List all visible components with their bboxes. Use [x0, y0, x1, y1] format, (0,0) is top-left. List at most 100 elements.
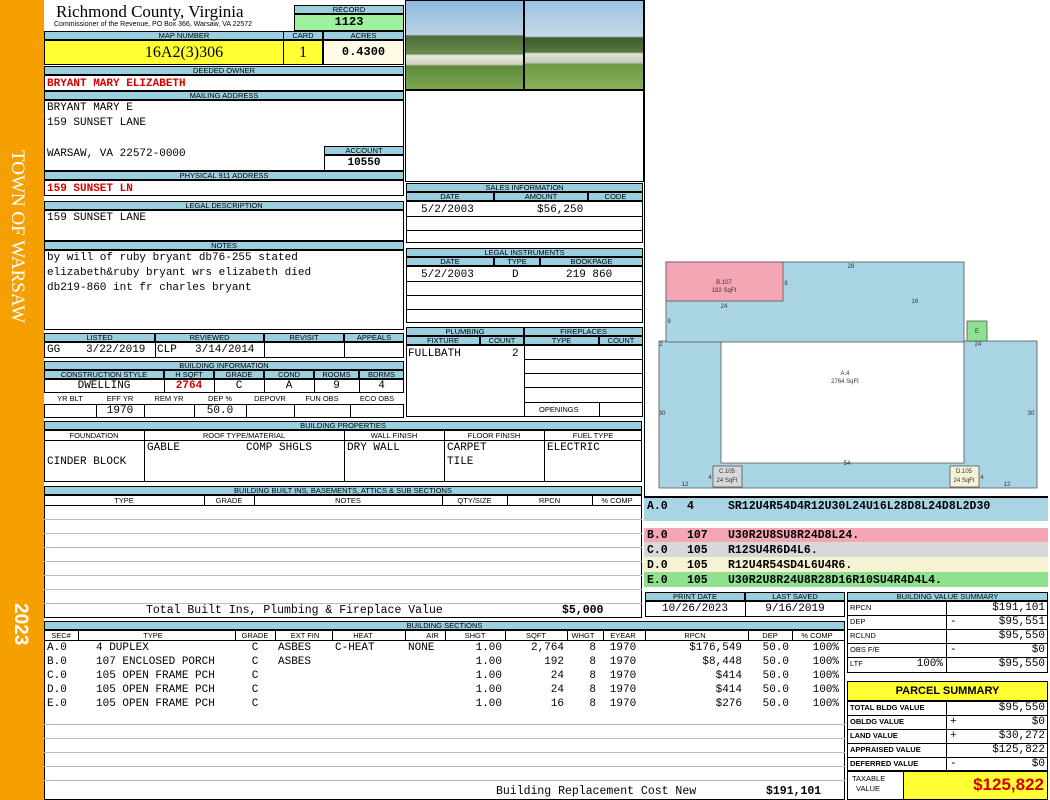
- section-cell: C: [251, 684, 259, 696]
- bi-type-h: TYPE: [114, 496, 134, 505]
- map-number-value: 16A2(3)306: [44, 40, 324, 65]
- value-summary-value: $191,101: [992, 602, 1045, 614]
- funobs-header: FUN OBS: [305, 394, 339, 403]
- bi-rpcn-h: RPCN: [538, 496, 561, 505]
- section-col-header: WHGT: [571, 631, 595, 640]
- roof-type: GABLE: [147, 442, 181, 454]
- dim-bottom: 54: [844, 461, 851, 467]
- sketch-sub-b: 192 SqFt: [712, 288, 737, 294]
- dim-bottom-right: 12: [1004, 482, 1011, 488]
- notes-line-3: db219-860 int fr charles bryant: [47, 282, 252, 294]
- section-col-header: EYEAR: [610, 631, 636, 640]
- grade-header: GRADE: [214, 370, 264, 379]
- props-header: BUILDING PROPERTIES: [44, 421, 642, 430]
- fireplaces-header: FIREPLACES: [524, 327, 643, 336]
- section-cell: 1970: [609, 656, 637, 668]
- photo-blank-area: [405, 90, 644, 182]
- section-cell: 1970: [609, 684, 637, 696]
- section-col-header: GRADE: [241, 631, 269, 640]
- legal-inst-header: LEGAL INSTRUMENTS: [406, 248, 643, 257]
- section-cell: 8: [589, 670, 596, 682]
- floor-value-2: TILE: [447, 456, 474, 468]
- replacement-value: $191,101: [766, 785, 822, 798]
- dep-header: DEP %: [207, 394, 233, 403]
- mailing-line-3: WARSAW, VA 22572-0000: [47, 148, 186, 160]
- property-photo-2: [524, 0, 644, 90]
- replacement-label: Building Replacement Cost New: [496, 785, 697, 798]
- hsqft-header: H SQFT: [164, 370, 214, 379]
- value-summary-label: LTF: [850, 659, 863, 668]
- section-cell: C: [251, 642, 259, 654]
- inst-date-h: DATE: [406, 257, 494, 266]
- parcel-row-value: $0: [1031, 758, 1045, 770]
- section-cell: $276: [715, 698, 742, 710]
- value-summary-pct: 100%: [916, 658, 943, 670]
- section-cell: 100%: [812, 656, 839, 668]
- sketch-label-b: B.107: [716, 280, 732, 286]
- sketch-label-d: D.105: [956, 469, 973, 475]
- last-saved-header: LAST SAVED: [745, 592, 845, 601]
- reviewed-header: REVIEWED: [155, 333, 264, 342]
- sections-header: BUILDING SECTIONS: [44, 621, 845, 630]
- account-value: 10550: [324, 155, 404, 171]
- sales-date: 5/2/2003: [421, 204, 474, 216]
- wall-value: DRY WALL: [347, 442, 400, 454]
- bi-notes-h: NOTES: [335, 496, 361, 505]
- roof-material: COMP SHGLS: [246, 442, 313, 454]
- rooms-header: ROOMS: [314, 370, 359, 379]
- section-cell: 100%: [812, 642, 839, 654]
- sketch-label-e: E: [975, 329, 979, 335]
- section-cell: 105 OPEN FRAME PCH: [96, 698, 215, 710]
- taxable-label-2: VALUE: [856, 784, 881, 793]
- bdrms-header: BDRMS: [359, 370, 404, 379]
- property-photo-1: [405, 0, 524, 90]
- notes-line-2: elizabeth&ruby bryant wrs elizabeth died: [47, 267, 312, 279]
- section-cell: 8: [589, 656, 596, 668]
- parcel-row-label: LAND VALUE: [850, 731, 898, 740]
- section-cell: C: [251, 698, 259, 710]
- inst-type: D: [512, 269, 519, 281]
- section-col-header: SEC#: [51, 631, 71, 640]
- appeals-header: APPEALS: [344, 333, 404, 342]
- roof-h: ROOF TYPE/MATERIAL: [202, 431, 286, 440]
- builtins-table: [44, 495, 642, 618]
- dim-b-bottom: 24: [721, 304, 728, 310]
- openings-label: OPENINGS: [539, 405, 579, 414]
- section-cell: 8: [589, 642, 596, 654]
- sketch-label-c: C.105: [719, 469, 736, 475]
- section-col-header: TYPE: [143, 631, 163, 640]
- style-value: DWELLING: [77, 380, 131, 392]
- section-cell: ASBES: [278, 642, 312, 654]
- parcel-summary-title: PARCEL SUMMARY: [895, 685, 1000, 697]
- wall-h: WALL FINISH: [370, 431, 418, 440]
- vector-d-vec: R12U4R54SD4L6U4R6.: [728, 559, 853, 572]
- sales-date-h: DATE: [406, 192, 494, 201]
- bi-comp-h: % COMP: [601, 496, 633, 505]
- hsqft-value: 2764: [175, 380, 203, 392]
- section-col-header: SHGT: [464, 631, 486, 640]
- section-cell: 107 ENCLOSED PORCH: [96, 656, 215, 668]
- vector-a-num: 4: [687, 500, 694, 513]
- section-col-header: RPCN: [684, 631, 706, 640]
- section-cell: 50.0: [762, 698, 789, 710]
- section-cell: 105 OPEN FRAME PCH: [96, 684, 215, 696]
- fixture-value: FULLBATH: [408, 348, 461, 360]
- mailing-line-2: 159 SUNSET LANE: [47, 117, 147, 129]
- vector-a-vec: SR12U4R54D4R12U30L24U16L28D8L24D8L2D30: [728, 500, 991, 513]
- rooms-value: 9: [333, 380, 340, 392]
- section-col-header: EXT FIN: [290, 631, 320, 640]
- section-cell: 50.0: [762, 670, 789, 682]
- section-cell: E.0: [47, 698, 67, 710]
- vector-b-num: 107: [687, 529, 708, 542]
- section-cell: 192: [544, 656, 564, 668]
- dim-bottom-left: 12: [682, 482, 689, 488]
- taxable-label-1: TAXABLE: [852, 774, 886, 783]
- parcel-row-value: $95,550: [998, 702, 1045, 714]
- inst-book-h: BOOKPAGE: [540, 257, 643, 266]
- town-label: TOWN OF WARSAW: [7, 150, 28, 324]
- ecoobs-header: ECO OBS: [359, 394, 395, 403]
- section-col-header: DEP: [762, 631, 778, 640]
- section-cell: B.0: [47, 656, 67, 668]
- section-col-header: HEAT: [353, 631, 373, 640]
- section-cell: 8: [589, 698, 596, 710]
